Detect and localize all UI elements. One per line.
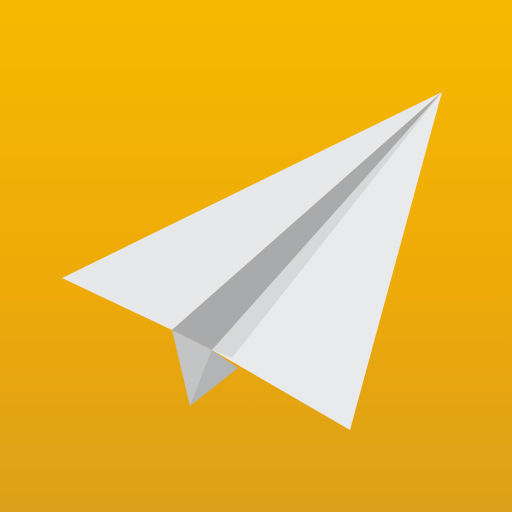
paper-plane-icon bbox=[62, 92, 442, 430]
app-icon bbox=[0, 0, 512, 512]
